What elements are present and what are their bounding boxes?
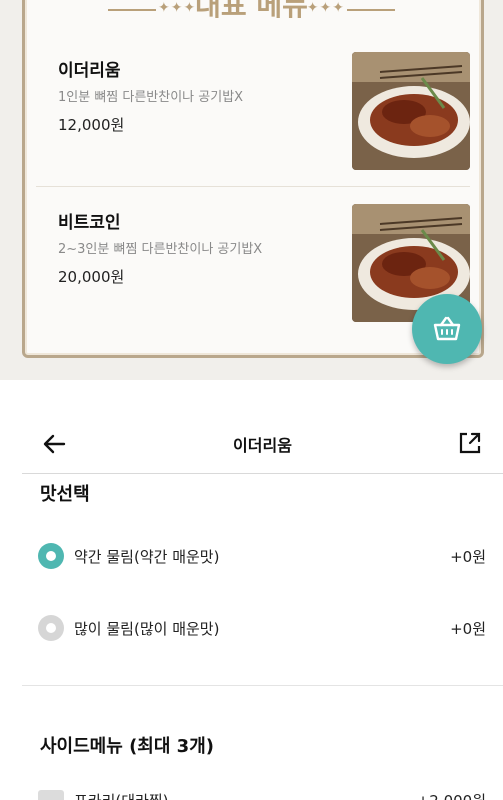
share-icon (459, 432, 481, 454)
menu-item-price: 20,000원 (58, 268, 125, 286)
section-divider (22, 685, 503, 686)
menu-item-price: 12,000원 (58, 116, 125, 134)
header-line-right (347, 9, 395, 11)
menu-header-title: 대표 메뉴 (195, 0, 308, 22)
menu-item[interactable]: 비트코인 2~3인분 뼈찜 다른반찬이나 공기밥X 20,000원 (36, 204, 470, 348)
menu-item-photo (352, 52, 470, 170)
menu-divider (36, 186, 470, 187)
menu-item-desc: 2~3인분 뼈찜 다른반찬이나 공기밥X (58, 242, 263, 257)
menu-header: ✦✦✦ 대표 메뉴 ✦✦✦ (0, 0, 503, 36)
option-price: +0원 (450, 548, 486, 566)
option-price: +0원 (450, 620, 486, 638)
side-item-label: 포카리(대라찜) (74, 790, 169, 800)
menu-item-name: 비트코인 (58, 213, 121, 233)
detail-header: 이더리움 (22, 412, 503, 474)
taste-option-mild[interactable]: 약간 물림(약간 매운맛) +0원 (38, 540, 486, 570)
checkbox[interactable] (38, 790, 64, 800)
side-menu-title: 사이드메뉴 (최대 3개) (40, 736, 214, 757)
detail-title: 이더리움 (233, 436, 292, 455)
side-item-price: +2,000원 (417, 790, 486, 800)
basket-icon (433, 316, 461, 341)
menu-card-area: ✦✦✦ 대표 메뉴 ✦✦✦ 이더리움 1인분 뼈찜 다른반찬이나 공기밥X 12… (0, 0, 503, 380)
radio-selected[interactable] (38, 543, 64, 569)
menu-item-desc: 1인분 뼈찜 다른반찬이나 공기밥X (58, 90, 244, 105)
side-menu-item[interactable]: 포카리(대라찜) +2,000원 (38, 790, 486, 800)
option-label: 많이 물림(많이 매운맛) (74, 620, 220, 638)
menu-item[interactable]: 이더리움 1인분 뼈찜 다른반찬이나 공기밥X 12,000원 (36, 52, 470, 196)
taste-option-spicy[interactable]: 많이 물림(많이 매운맛) +0원 (38, 612, 486, 642)
option-label: 약간 물림(약간 매운맛) (74, 548, 220, 566)
menu-item-name: 이더리움 (58, 61, 121, 81)
ornament-right: ✦✦✦ (306, 0, 345, 16)
cart-button[interactable] (412, 294, 482, 364)
radio-unselected[interactable] (38, 615, 64, 641)
taste-section-title: 맛선택 (40, 484, 90, 505)
share-button[interactable] (457, 430, 483, 456)
